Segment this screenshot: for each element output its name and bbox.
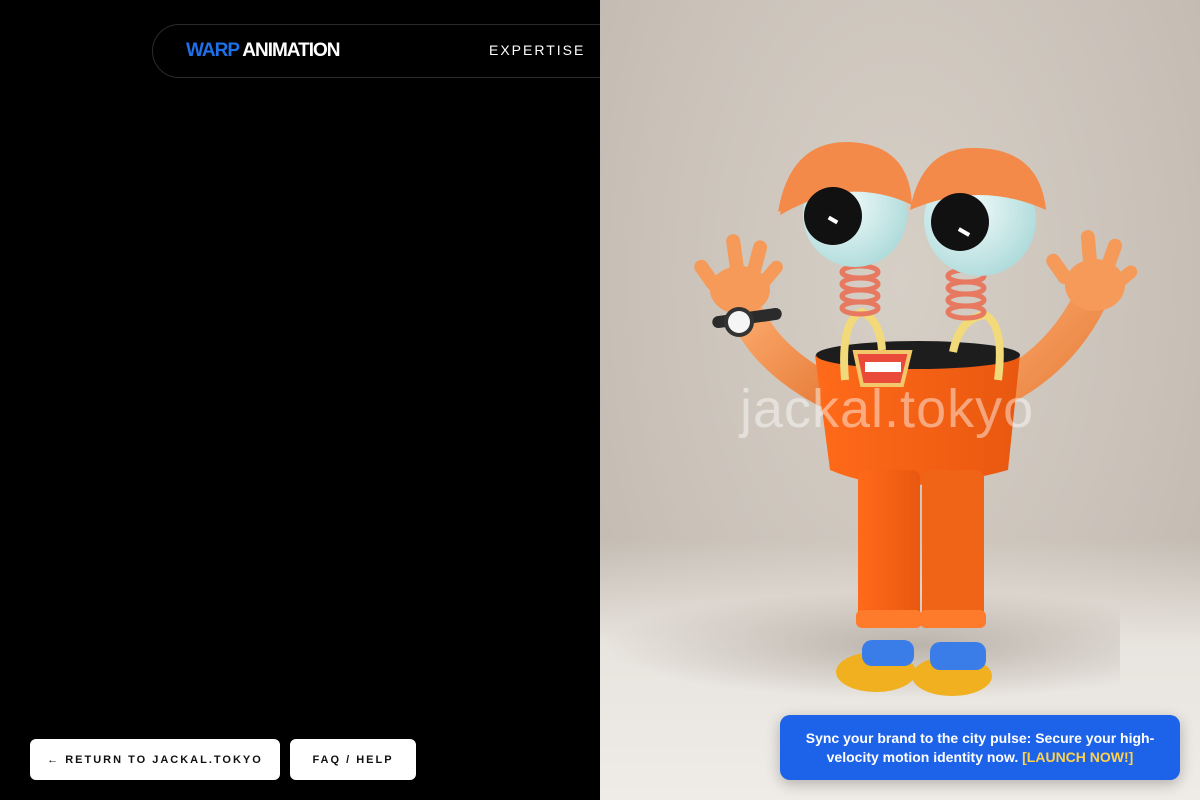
hero-image: jackal.tokyo xyxy=(600,0,1200,800)
left-pane: WARP ANIMATION EXPERTISE ← RETURN TO JAC… xyxy=(0,0,672,800)
brand-logo-part2: ANIMATION xyxy=(238,40,340,61)
promo-banner[interactable]: Sync your brand to the city pulse: Secur… xyxy=(780,715,1180,780)
navbar: WARP ANIMATION EXPERTISE xyxy=(152,24,672,78)
watermark: jackal.tokyo xyxy=(740,379,1035,439)
spring-right xyxy=(945,267,987,321)
left-eye xyxy=(778,141,912,267)
brand-logo[interactable]: WARP ANIMATION xyxy=(186,40,340,62)
nav-link-expertise[interactable]: EXPERTISE xyxy=(489,42,585,58)
faq-help-button[interactable]: FAQ / HELP xyxy=(290,739,416,780)
left-shoe xyxy=(836,640,916,692)
promo-cta[interactable]: [LAUNCH NOW!] xyxy=(1022,749,1133,765)
spring-left xyxy=(839,263,881,317)
left-hand xyxy=(694,234,783,314)
right-shoe xyxy=(912,642,992,696)
promo-text: Sync your brand to the city pulse: Secur… xyxy=(796,729,1164,767)
right-hand xyxy=(1046,230,1138,311)
right-eye xyxy=(910,147,1046,276)
return-button[interactable]: ← RETURN TO JACKAL.TOKYO xyxy=(30,739,280,780)
brand-logo-part1: WARP xyxy=(186,40,240,61)
